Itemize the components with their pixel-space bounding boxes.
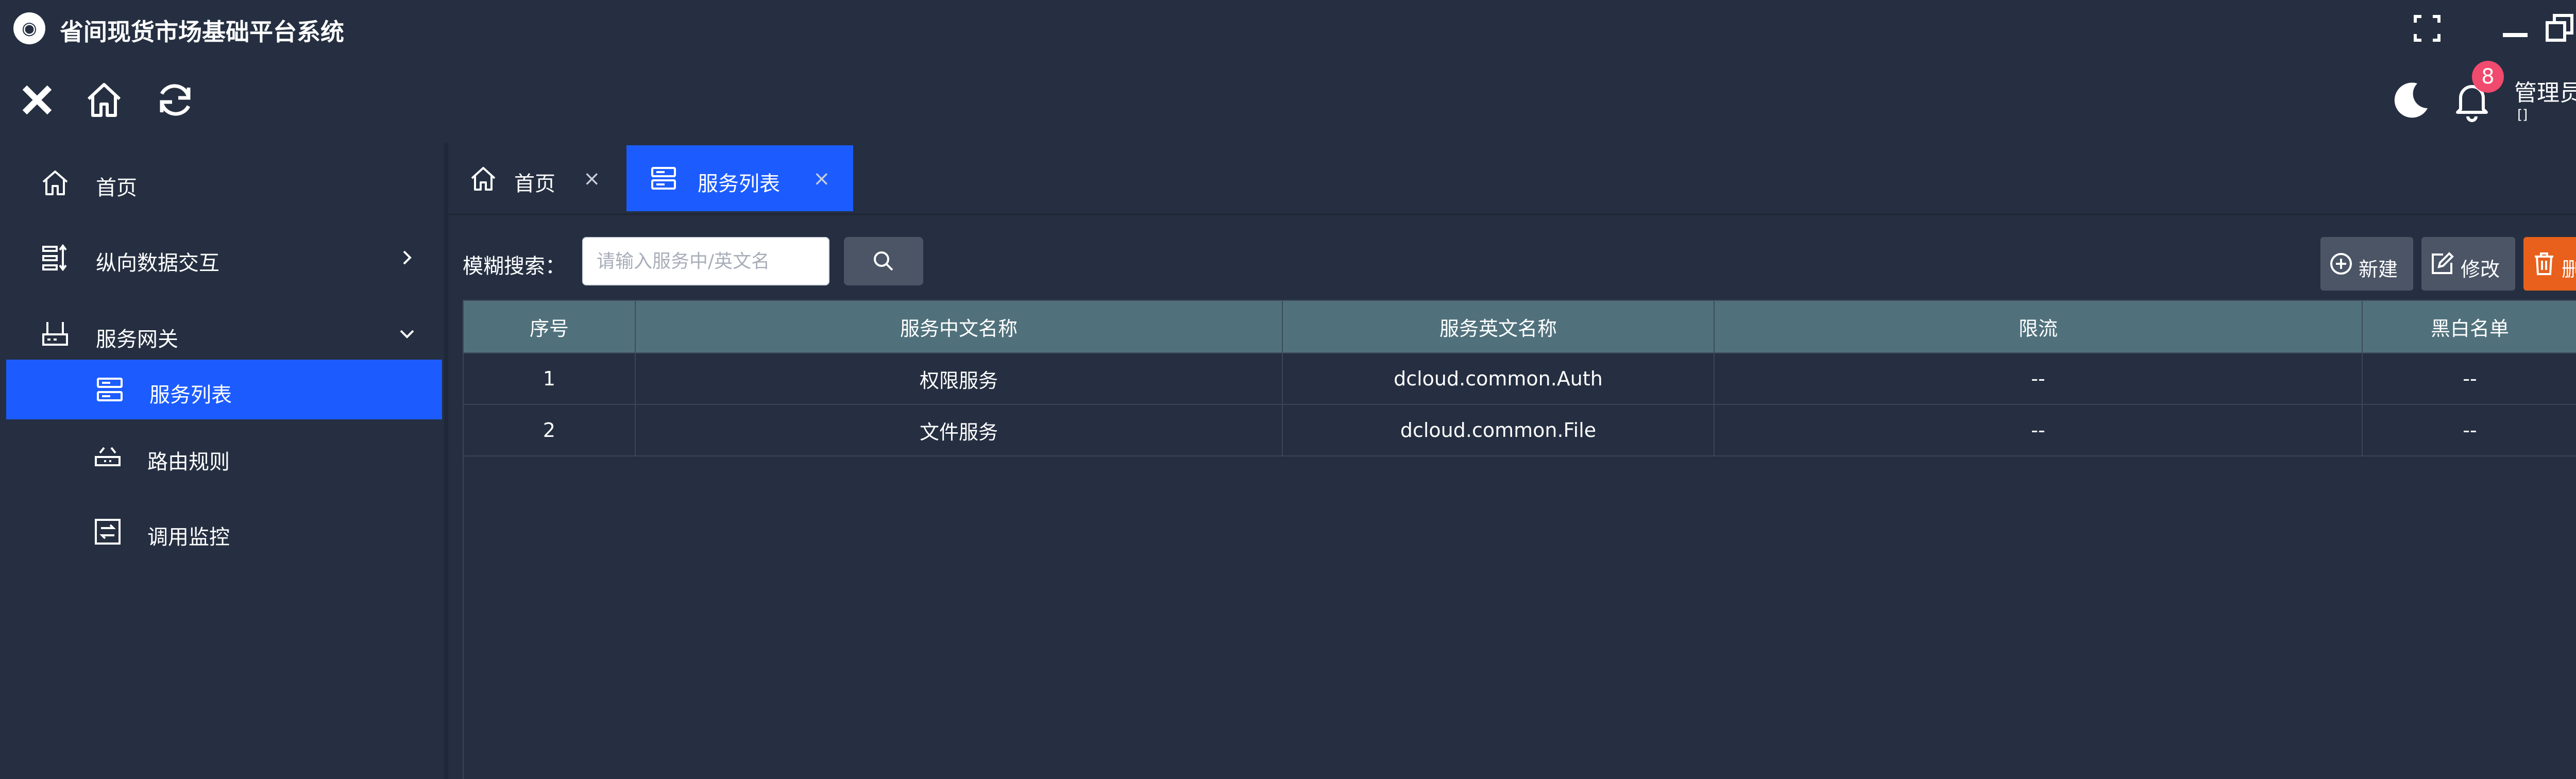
column-header-index[interactable]: 序号	[463, 300, 636, 353]
sidebar-item-service-list[interactable]: 服务列表	[6, 360, 442, 419]
close-tab-icon[interactable]: ×	[583, 167, 601, 191]
cell-index: 2	[463, 404, 636, 456]
cell-chinese-name: 文件服务	[635, 404, 1283, 456]
delete-button-label: 删除	[2562, 258, 2576, 281]
sidebar-item-label: 调用监控	[147, 526, 230, 549]
delete-button[interactable]: 删除	[2523, 237, 2576, 291]
new-button-label: 新建	[2359, 258, 2398, 281]
tab-home[interactable]: 首页 ×	[448, 145, 624, 211]
collapse-menu-icon[interactable]	[13, 76, 61, 124]
notification-badge: 8	[2472, 61, 2504, 93]
column-header-english-name[interactable]: 服务英文名称	[1282, 300, 1715, 353]
user-name[interactable]: 管理员	[2514, 74, 2576, 107]
server-list-icon	[97, 378, 123, 401]
column-header-rate-limit[interactable]: 限流	[1714, 300, 2363, 353]
monitor-icon	[95, 519, 121, 545]
cell-chinese-name: 权限服务	[635, 352, 1283, 405]
cell-english-name: dcloud.common.File	[1282, 404, 1715, 456]
data-exchange-icon	[42, 244, 67, 272]
home-icon	[471, 167, 496, 191]
cell-rate-limit: --	[1714, 404, 2363, 456]
sidebar-item-label: 路由规则	[147, 450, 230, 474]
close-tab-icon[interactable]: ×	[813, 167, 831, 191]
table-header-row: 序号 服务中文名称 服务英文名称 限流 黑白名单	[463, 300, 2576, 353]
sidebar-item-gateway[interactable]: 服务网关	[0, 304, 444, 364]
home-icon	[42, 171, 68, 195]
sidebar-item-call-monitor[interactable]: 调用监控	[0, 502, 444, 562]
user-role: []	[2517, 107, 2528, 123]
server-list-icon	[651, 167, 676, 190]
edit-icon	[2432, 252, 2454, 274]
title-bar: ◉ 省间现货市场基础平台系统	[0, 0, 2576, 56]
sidebar-item-label: 纵向数据交互	[96, 251, 219, 275]
sidebar-item-data-exchange[interactable]: 纵向数据交互	[0, 228, 444, 287]
cell-rate-limit: --	[1714, 352, 2363, 405]
home-icon[interactable]	[80, 76, 128, 124]
tab-label: 首页	[514, 172, 555, 196]
router-icon	[95, 447, 121, 466]
search-label: 模糊搜索：	[463, 255, 566, 278]
dark-mode-icon[interactable]	[2387, 76, 2435, 124]
main-content: 模糊搜索： 新建 修改 删除 序	[448, 215, 2576, 779]
new-button[interactable]: 新建	[2320, 237, 2413, 291]
chevron-down-icon	[400, 330, 414, 338]
trash-icon	[2535, 252, 2553, 275]
sidebar-item-routing-rules[interactable]: 路由规则	[0, 427, 444, 486]
table-row[interactable]: 1 权限服务 dcloud.common.Auth -- --	[463, 352, 2576, 405]
refresh-icon[interactable]	[151, 76, 199, 124]
search-button[interactable]	[844, 237, 923, 285]
sidebar-item-label: 服务列表	[149, 383, 232, 407]
fullscreen-icon[interactable]	[2409, 10, 2445, 46]
sidebar-item-label: 服务网关	[96, 328, 178, 351]
top-toolbar: 8 管理员 []	[0, 56, 2576, 143]
sidebar: 首页 纵向数据交互 服务网关 服务列表 路由规则 调用监控	[0, 143, 444, 779]
table-empty-area	[463, 451, 2576, 779]
sidebar-item-home[interactable]: 首页	[0, 153, 444, 212]
minimize-icon[interactable]	[2498, 10, 2534, 46]
chevron-right-icon	[403, 250, 412, 265]
app-logo-icon: ◉	[13, 12, 45, 44]
column-header-chinese-name[interactable]: 服务中文名称	[635, 300, 1283, 353]
gateway-icon	[42, 322, 68, 346]
app-title: 省间现货市场基础平台系统	[60, 18, 344, 46]
table-row[interactable]: 2 文件服务 dcloud.common.File -- --	[463, 404, 2576, 456]
cell-black-white-list: --	[2362, 404, 2576, 456]
cell-black-white-list: --	[2362, 352, 2576, 405]
cell-english-name: dcloud.common.Auth	[1282, 352, 1715, 405]
sidebar-divider	[444, 143, 448, 779]
service-table: 序号 服务中文名称 服务英文名称 限流 黑白名单 1 权限服务 dcloud.c…	[463, 300, 2576, 456]
search-input[interactable]	[582, 237, 829, 285]
tab-bar: 首页 × 服务列表 ×	[448, 143, 2576, 215]
edit-button[interactable]: 修改	[2421, 237, 2515, 291]
sidebar-item-label: 首页	[96, 176, 137, 200]
column-header-black-white-list[interactable]: 黑白名单	[2362, 300, 2576, 353]
edit-button-label: 修改	[2461, 258, 2500, 281]
add-circle-icon	[2330, 253, 2352, 275]
restore-icon[interactable]	[2542, 10, 2576, 46]
tab-service-list[interactable]: 服务列表 ×	[626, 145, 853, 211]
search-icon	[874, 251, 893, 271]
cell-index: 1	[463, 352, 636, 405]
tab-label: 服务列表	[698, 172, 780, 196]
